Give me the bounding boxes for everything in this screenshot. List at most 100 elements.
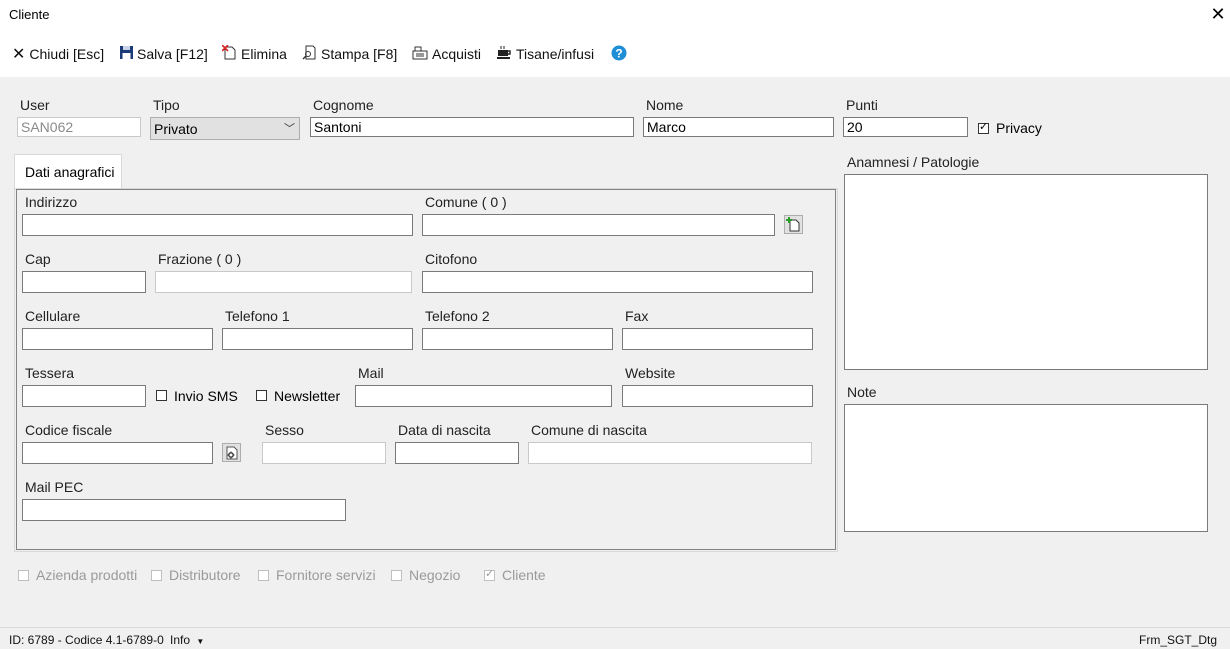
- cognome-label: Cognome: [313, 97, 374, 113]
- user-field[interactable]: SAN062: [17, 117, 141, 137]
- citofono-field[interactable]: [422, 271, 813, 293]
- cellulare-field[interactable]: [22, 328, 213, 350]
- punti-field[interactable]: 20: [843, 117, 968, 137]
- print-button-label: Stampa [F8]: [321, 46, 398, 62]
- data-nascita-field[interactable]: [395, 442, 519, 464]
- note-textarea[interactable]: [844, 404, 1208, 532]
- punti-label: Punti: [846, 97, 878, 113]
- compute-codice-fiscale-button[interactable]: [222, 443, 241, 462]
- data-nascita-label: Data di nascita: [398, 422, 491, 438]
- telefono1-label: Telefono 1: [225, 308, 290, 324]
- record-id-text: ID: 6789 - Codice 4.1-6789-0: [9, 633, 164, 647]
- cliente-checkbox[interactable]: ✓: [484, 568, 495, 581]
- invio-sms-label: Invio SMS: [174, 388, 238, 404]
- mail-pec-label: Mail PEC: [25, 479, 84, 495]
- herbal-tea-button-label: Tisane/infusi: [516, 46, 595, 62]
- checkmark-icon: ✓: [979, 121, 989, 133]
- purchases-button-label: Acquisti: [432, 46, 482, 62]
- comune-nascita-label: Comune di nascita: [531, 422, 647, 438]
- form-name-text: Frm_SGT_Dtg: [1139, 633, 1218, 647]
- telefono2-field[interactable]: [422, 328, 613, 350]
- delete-document-icon: [221, 44, 237, 63]
- codice-fiscale-label: Codice fiscale: [25, 422, 113, 438]
- save-button-label: Salva [F12]: [137, 46, 208, 62]
- close-button-label: Chiudi [Esc]: [29, 46, 105, 62]
- tessera-label: Tessera: [25, 365, 75, 381]
- close-button[interactable]: ✕ Chiudi [Esc]: [12, 44, 104, 64]
- telefono2-label: Telefono 2: [425, 308, 490, 324]
- mail-label: Mail: [358, 365, 384, 381]
- tab-panel: [16, 189, 836, 550]
- help-button[interactable]: ?: [611, 44, 627, 64]
- comune-field[interactable]: [422, 214, 775, 236]
- tipo-label: Tipo: [153, 97, 180, 113]
- fax-field[interactable]: [622, 328, 813, 350]
- citofono-label: Citofono: [425, 251, 478, 267]
- nome-field[interactable]: Marco: [643, 117, 834, 137]
- delete-button-label: Elimina: [241, 46, 287, 62]
- tessera-field[interactable]: [22, 385, 146, 407]
- privacy-checkbox[interactable]: ✓: [978, 121, 989, 134]
- caret-down-icon: ▼: [196, 637, 205, 646]
- codice-fiscale-field[interactable]: [22, 442, 213, 464]
- delete-button[interactable]: Elimina: [221, 44, 287, 64]
- cliente-label: Cliente: [502, 567, 546, 583]
- negozio-label: Negozio: [409, 567, 461, 583]
- privacy-label: Privacy: [996, 120, 1042, 136]
- title-bar: [0, 0, 1230, 30]
- help-icon: ?: [611, 45, 627, 64]
- comune-label: Comune ( 0 ): [425, 194, 507, 210]
- tab-dati-anagrafici[interactable]: Dati anagrafici: [14, 154, 122, 189]
- newsletter-label: Newsletter: [274, 388, 341, 404]
- window-close-icon[interactable]: ✕: [1208, 4, 1228, 24]
- fornitore-servizi-checkbox[interactable]: [258, 570, 269, 581]
- tipo-select-value: Privato: [154, 121, 198, 137]
- add-comune-button[interactable]: [784, 215, 803, 234]
- tea-cup-icon: [497, 45, 512, 63]
- azienda-prodotti-label: Azienda prodotti: [36, 567, 138, 583]
- indirizzo-field[interactable]: [22, 214, 413, 236]
- herbal-tea-button[interactable]: Tisane/infusi: [497, 44, 594, 64]
- checkmark-icon: ✓: [485, 568, 495, 580]
- negozio-checkbox[interactable]: [391, 570, 402, 581]
- purchases-button[interactable]: Acquisti: [412, 44, 481, 64]
- indirizzo-label: Indirizzo: [25, 194, 78, 210]
- floppy-disk-icon: [120, 46, 133, 62]
- website-label: Website: [625, 365, 676, 381]
- cognome-field[interactable]: Santoni: [310, 117, 634, 137]
- fax-label: Fax: [625, 308, 649, 324]
- fornitore-servizi-label: Fornitore servizi: [276, 567, 376, 583]
- calculate-icon: [226, 446, 238, 460]
- user-label: User: [20, 97, 50, 113]
- cellulare-label: Cellulare: [25, 308, 81, 324]
- sesso-label: Sesso: [265, 422, 304, 438]
- azienda-prodotti-checkbox[interactable]: [18, 570, 29, 581]
- info-dropdown[interactable]: Info ▼: [170, 633, 204, 647]
- website-field[interactable]: [622, 385, 813, 407]
- frazione-field[interactable]: [155, 271, 412, 293]
- cap-label: Cap: [25, 251, 51, 267]
- toolbar: ✕ Chiudi [Esc] Salva [F12] Elimina Stamp…: [0, 30, 1230, 77]
- invio-sms-checkbox[interactable]: [156, 390, 167, 401]
- save-button[interactable]: Salva [F12]: [120, 44, 208, 64]
- close-icon: ✕: [12, 46, 26, 63]
- frazione-label: Frazione ( 0 ): [158, 251, 242, 267]
- print-button[interactable]: Stampa [F8]: [302, 44, 397, 64]
- tipo-select[interactable]: Privato ﹀: [150, 117, 300, 140]
- svg-text:?: ?: [615, 46, 622, 60]
- add-document-icon: [786, 217, 800, 232]
- cash-register-icon: [412, 46, 428, 63]
- comune-nascita-field[interactable]: [528, 442, 812, 464]
- chevron-down-icon: ﹀: [284, 123, 295, 135]
- cap-field[interactable]: [22, 271, 146, 293]
- anamnesi-label: Anamnesi / Patologie: [847, 154, 980, 170]
- mail-field[interactable]: [355, 385, 612, 407]
- sesso-field[interactable]: [262, 442, 386, 464]
- print-preview-icon: [302, 45, 317, 63]
- distributore-checkbox[interactable]: [151, 570, 162, 581]
- anamnesi-textarea[interactable]: [844, 174, 1208, 370]
- newsletter-checkbox[interactable]: [256, 390, 267, 401]
- telefono1-field[interactable]: [222, 328, 413, 350]
- mail-pec-field[interactable]: [22, 499, 346, 521]
- distributore-label: Distributore: [169, 567, 241, 583]
